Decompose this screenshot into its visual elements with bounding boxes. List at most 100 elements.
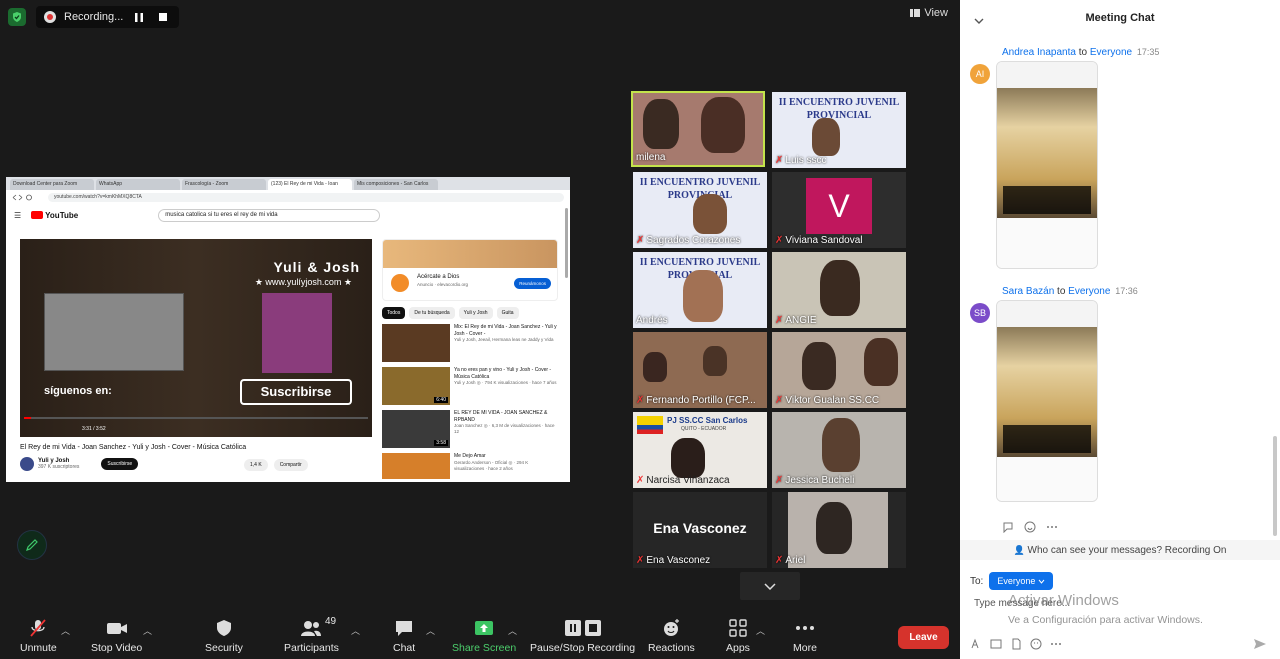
participant-tile[interactable]: ✗ Fernando Portillo (FCP... — [633, 332, 767, 408]
related-video[interactable]: Mix: El Rey de mi Vida - Joan Sanchez - … — [382, 324, 558, 362]
participant-tile[interactable]: II ENCUENTRO JUVENIL PROVINCIAL Andrés — [633, 252, 767, 328]
security-label: Security — [205, 642, 243, 654]
participant-tile[interactable]: II ENCUENTRO JUVENIL PROVINCIAL ✗Sagrado… — [633, 172, 767, 248]
hamburger-menu-icon[interactable]: ☰ — [14, 211, 21, 220]
like-button[interactable]: 1,4 K — [244, 459, 268, 471]
ad-card[interactable]: Acércate a Dios Anuncio · elevacordio.or… — [382, 239, 558, 301]
participants-options-caret-icon[interactable]: ︿ — [351, 624, 360, 637]
shared-image[interactable] — [996, 61, 1098, 269]
subscribe-button[interactable]: Suscribirse — [101, 458, 139, 470]
related-title: Mix: El Rey de mi Vida - Joan Sanchez - … — [454, 324, 557, 337]
stop-recording-icon[interactable] — [155, 9, 171, 25]
encryption-shield-icon[interactable] — [8, 8, 26, 26]
related-video[interactable]: Me Dejo Amar Gerardo Anderson - Oficial ◎… — [382, 453, 558, 479]
chat-button[interactable]: Chat — [393, 618, 415, 654]
more-dots-icon[interactable] — [1050, 638, 1062, 650]
related-thumbnail — [382, 453, 450, 479]
chevron-down-icon — [1038, 579, 1045, 584]
more-dots-icon[interactable] — [1046, 521, 1058, 533]
shared-image[interactable] — [996, 300, 1098, 502]
chip[interactable]: Todos — [382, 307, 406, 319]
channel-avatar[interactable] — [20, 457, 34, 471]
youtube-search-input[interactable]: musica catolica si tu eres el rey de mi … — [158, 208, 381, 222]
security-button[interactable]: Security — [205, 618, 243, 654]
participant-tile[interactable]: PJ SS.CC San Carlos QUITO - ECUADOR ✗ Nar… — [633, 412, 767, 488]
browser-tab[interactable]: Frascología - Zoom — [182, 179, 266, 190]
audio-options-caret-icon[interactable]: ︿ — [61, 624, 70, 637]
gallery-next-page-button[interactable] — [740, 572, 800, 600]
video-overlay-follow: síguenos en: — [44, 385, 112, 397]
reply-icon[interactable] — [1002, 521, 1014, 533]
chat-visibility-notice[interactable]: 👤 Who can see your messages? Recording O… — [960, 540, 1280, 560]
annotate-button[interactable] — [17, 530, 47, 560]
message-time: 17:35 — [1136, 47, 1160, 57]
chip[interactable]: Guita — [496, 307, 519, 319]
participants-label: Participants — [284, 642, 339, 654]
browser-tab-strip: Download Center para Zoom WhatsApp Frasc… — [6, 177, 570, 190]
participant-name: ✗ Sagrados Corazones — [636, 235, 741, 246]
page-scrollbar[interactable] — [565, 208, 568, 278]
share-screen-button[interactable]: Share Screen — [452, 618, 516, 654]
emoji-icon[interactable] — [1030, 638, 1042, 650]
chip[interactable]: De tu búsqueda — [409, 307, 455, 319]
send-icon[interactable] — [1253, 638, 1267, 650]
apps-button[interactable]: Apps — [726, 618, 750, 654]
chat-scrollbar[interactable] — [1271, 36, 1279, 536]
apps-options-caret-icon[interactable]: ︿ — [756, 624, 765, 637]
related-video[interactable]: 6:40 Ya no eres pan y vino - Yuli y Josh… — [382, 367, 558, 405]
participant-tile[interactable]: milena — [631, 91, 765, 167]
browser-nav-icons[interactable] — [12, 194, 42, 201]
browser-tab-active[interactable]: (123) El Rey de mi Vida - Ioan — [268, 179, 352, 190]
pause-stop-recording-button[interactable]: Pause/Stop Recording — [530, 618, 635, 654]
recipient-row: To: Everyone — [970, 572, 1054, 590]
chat-options-caret-icon[interactable]: ︿ — [426, 624, 435, 637]
participant-tile[interactable]: Ena Vasconez ✗ Ena Vasconez — [633, 492, 767, 568]
participant-tile[interactable]: V ✗ Viviana Sandoval — [772, 172, 906, 248]
participant-name: milena — [636, 152, 666, 163]
stop-video-label: Stop Video — [91, 642, 143, 654]
participant-tile[interactable]: ✗ Jessica Bucheli — [772, 412, 906, 488]
participant-tile[interactable]: ✗ ANGIE — [772, 252, 906, 328]
format-text-icon[interactable] — [970, 638, 982, 650]
participant-name: ✗ Ariel — [775, 555, 806, 566]
participants-button[interactable]: Participants 49 — [284, 616, 339, 654]
video-title: El Rey de mi Vida - Joan Sanchez - Yuli … — [20, 444, 247, 451]
sender-name[interactable]: Sara Bazán — [1002, 286, 1054, 297]
recipient-name: Everyone — [1068, 286, 1111, 297]
windows-activation-subtext: Ve a Configuración para activar Windows. — [1008, 614, 1203, 626]
participant-tile[interactable]: II ENCUENTRO JUVENIL PROVINCIAL ✗ Luis ss… — [772, 92, 906, 168]
view-button[interactable]: View — [910, 7, 948, 19]
file-icon[interactable] — [1010, 638, 1022, 650]
screenshot-icon[interactable] — [990, 638, 1002, 650]
browser-tab[interactable]: WhatsApp — [96, 179, 180, 190]
url-field[interactable]: youtube.com/watch?v=kmKhMXQ8CTA — [48, 192, 564, 202]
leave-button[interactable]: Leave — [898, 626, 949, 649]
reactions-button[interactable]: Reactions — [648, 618, 695, 654]
participants-count: 49 — [325, 616, 337, 627]
sender-name[interactable]: Andrea Inapanta — [1002, 47, 1076, 58]
participant-tile[interactable]: ✗ Viktor Gualan SS.CC — [772, 332, 906, 408]
pause-recording-icon[interactable] — [131, 9, 147, 25]
emoji-icon[interactable] — [1024, 521, 1036, 533]
message-time: 17:36 — [1115, 286, 1138, 296]
chip[interactable]: Yuli y Josh — [458, 307, 493, 319]
stop-video-button[interactable]: Stop Video — [91, 618, 142, 654]
more-button[interactable]: More — [793, 618, 817, 654]
mic-muted-icon: ✗ — [775, 155, 784, 166]
browser-tab[interactable]: Mis composiciones - San Carlos — [354, 179, 438, 190]
youtube-logo[interactable]: YouTube — [31, 211, 78, 220]
unmute-label: Unmute — [20, 642, 57, 654]
participant-tile[interactable]: ✗ Ariel — [772, 492, 906, 568]
video-player[interactable]: Yuli & Josh ★ www.yulíyjosh.com ★ síguen… — [20, 239, 372, 437]
video-progress-bar[interactable] — [24, 417, 368, 419]
reactions-label: Reactions — [648, 642, 695, 654]
ad-button[interactable]: Reunámonos — [514, 278, 551, 289]
related-video[interactable]: 3:58 EL REY DE MI VIDA - JOAN SANCHEZ & … — [382, 410, 558, 448]
share-button[interactable]: Compartir — [273, 459, 308, 471]
recipient-select[interactable]: Everyone — [989, 572, 1054, 590]
unmute-button[interactable]: Unmute — [20, 618, 57, 654]
video-options-caret-icon[interactable]: ︿ — [143, 624, 152, 637]
share-options-caret-icon[interactable]: ︿ — [508, 624, 517, 637]
browser-tab[interactable]: Download Center para Zoom — [10, 179, 94, 190]
mic-muted-icon: ✗ — [775, 395, 784, 406]
